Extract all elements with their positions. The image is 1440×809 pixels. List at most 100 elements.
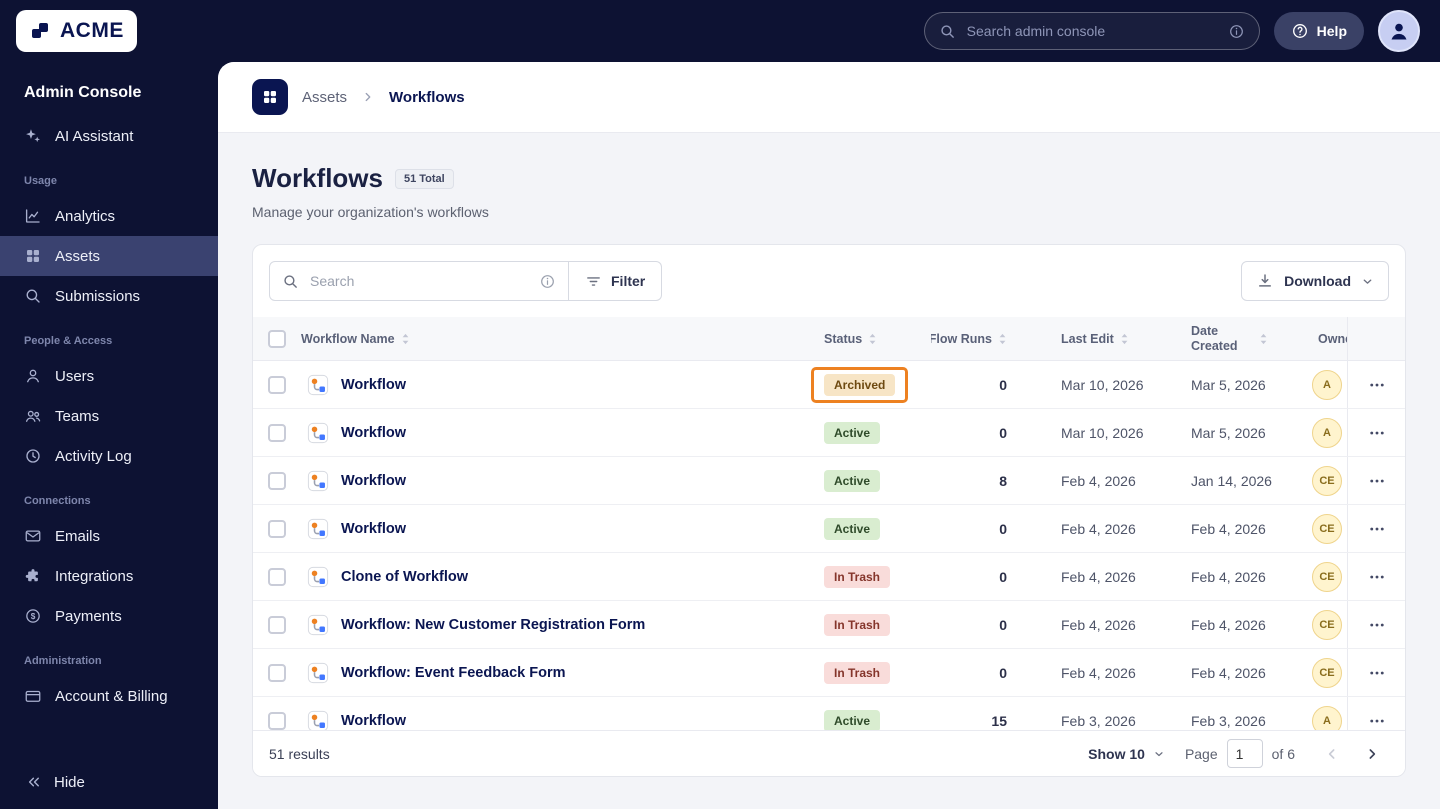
sidebar-hide-button[interactable]: Hide xyxy=(0,761,218,809)
row-checkbox[interactable] xyxy=(268,615,286,634)
row-checkbox[interactable] xyxy=(268,519,286,538)
row-checkbox[interactable] xyxy=(268,663,286,682)
column-status[interactable]: Status xyxy=(824,332,862,346)
column-owner[interactable]: Owner xyxy=(1318,332,1347,346)
breadcrumb-assets[interactable]: Assets xyxy=(302,89,347,106)
sidebar-item-users[interactable]: Users xyxy=(0,356,218,396)
filter-button[interactable]: Filter xyxy=(569,261,663,301)
status-badge: In Trash xyxy=(824,613,891,636)
teams-icon xyxy=(24,407,42,425)
last-edit-value: Feb 4, 2026 xyxy=(1061,520,1136,537)
row-checkbox[interactable] xyxy=(268,711,286,730)
table-row: Workflow Active 0 Mar 10, 2026 Mar 5, 20… xyxy=(253,409,1405,457)
workflow-name[interactable]: Workflow xyxy=(341,377,406,393)
status-badge-wrap: In Trash xyxy=(811,655,903,691)
column-date-created[interactable]: Date Created xyxy=(1191,324,1253,353)
row-more-button[interactable] xyxy=(1360,704,1394,731)
owner-avatar: CE xyxy=(1312,609,1342,640)
workflow-name[interactable]: Workflow: Event Feedback Form xyxy=(341,665,566,681)
sidebar-item-assets[interactable]: Assets xyxy=(0,236,218,276)
flow-runs-value: 0 xyxy=(999,424,1007,441)
row-checkbox[interactable] xyxy=(268,471,286,490)
workflow-name[interactable]: Clone of Workflow xyxy=(341,569,468,585)
sort-icon[interactable] xyxy=(868,332,877,346)
table-row: Clone of Workflow In Trash 0 Feb 4, 2026… xyxy=(253,553,1405,601)
owner-avatar: CE xyxy=(1312,657,1342,688)
sidebar-item-activity-log[interactable]: Activity Log xyxy=(0,436,218,476)
admin-search-input[interactable] xyxy=(964,22,1219,40)
admin-search[interactable] xyxy=(923,12,1260,50)
acme-logo[interactable]: ACME xyxy=(16,10,137,52)
row-checkbox[interactable] xyxy=(268,423,286,442)
puzzle-icon xyxy=(24,567,42,585)
row-more-button[interactable] xyxy=(1360,656,1394,690)
sort-icon[interactable] xyxy=(1120,332,1129,346)
status-badge: Active xyxy=(824,421,881,444)
sidebar-item-account-billing[interactable]: Account & Billing xyxy=(0,676,218,716)
row-checkbox[interactable] xyxy=(268,375,286,394)
table-row: Workflow Archived 0 Mar 10, 2026 Mar 5, … xyxy=(253,361,1405,409)
sidebar-item-label: Activity Log xyxy=(55,447,132,465)
row-more-button[interactable] xyxy=(1360,560,1394,594)
chevron-right-icon xyxy=(361,90,375,104)
workflow-name[interactable]: Workflow xyxy=(341,473,406,489)
table-search-input[interactable] xyxy=(308,272,530,290)
workflow-name[interactable]: Workflow xyxy=(341,425,406,441)
results-count: 51 results xyxy=(269,745,330,762)
info-icon xyxy=(539,273,556,290)
sidebar-item-emails[interactable]: Emails xyxy=(0,516,218,556)
analytics-icon xyxy=(24,207,42,225)
row-more-button[interactable] xyxy=(1360,608,1394,642)
previous-page-button[interactable] xyxy=(1315,737,1349,771)
page-size-select[interactable]: Show 10 xyxy=(1088,746,1165,762)
row-more-button[interactable] xyxy=(1360,416,1394,450)
svg-text:$: $ xyxy=(31,612,36,621)
last-edit-value: Feb 4, 2026 xyxy=(1061,664,1136,681)
status-badge: Active xyxy=(824,709,881,730)
sidebar-item-label: Teams xyxy=(55,407,100,425)
sidebar-item-teams[interactable]: Teams xyxy=(0,396,218,436)
sidebar-item-ai-assistant[interactable]: AI Assistant xyxy=(0,116,218,156)
column-flow-runs[interactable]: Flow Runs xyxy=(931,332,992,346)
sort-icon[interactable] xyxy=(1259,332,1268,346)
table-search[interactable] xyxy=(269,261,569,301)
sidebar-item-label: Submissions xyxy=(55,287,141,305)
row-more-button[interactable] xyxy=(1360,512,1394,546)
sidebar-item-payments[interactable]: $ Payments xyxy=(0,596,218,636)
page-number-input[interactable] xyxy=(1226,739,1263,768)
row-checkbox[interactable] xyxy=(268,567,286,586)
download-label: Download xyxy=(1284,273,1351,289)
last-edit-value: Feb 3, 2026 xyxy=(1061,712,1136,729)
status-badge-wrap: Active xyxy=(811,463,893,499)
assets-grid-icon xyxy=(24,247,42,265)
workflow-icon xyxy=(307,422,329,444)
sidebar-item-submissions[interactable]: Submissions xyxy=(0,276,218,316)
row-more-button[interactable] xyxy=(1360,368,1394,402)
download-button[interactable]: Download xyxy=(1241,261,1389,301)
next-page-button[interactable] xyxy=(1355,737,1389,771)
page-subtitle: Manage your organization's workflows xyxy=(252,204,489,220)
page-of-label: of 6 xyxy=(1271,745,1295,762)
table-header: Workflow Name Status Flow Runs Last Edit… xyxy=(253,317,1405,361)
page-header: Workflows 51 Total Manage your organizat… xyxy=(218,133,1440,220)
main-panel: Assets Workflows Workflows 51 Total Mana… xyxy=(218,62,1440,809)
workflow-name[interactable]: Workflow xyxy=(341,521,406,537)
column-workflow-name[interactable]: Workflow Name xyxy=(301,332,395,346)
help-button[interactable]: Help xyxy=(1273,12,1364,50)
workflow-name[interactable]: Workflow: New Customer Registration Form xyxy=(341,617,645,633)
sidebar-item-label: Integrations xyxy=(55,567,134,585)
sort-icon[interactable] xyxy=(401,332,410,346)
sort-icon[interactable] xyxy=(998,332,1007,346)
sidebar-item-analytics[interactable]: Analytics xyxy=(0,196,218,236)
column-last-edit[interactable]: Last Edit xyxy=(1061,332,1114,346)
sidebar-item-integrations[interactable]: Integrations xyxy=(0,556,218,596)
table-body: Workflow Archived 0 Mar 10, 2026 Mar 5, … xyxy=(253,361,1405,730)
table-row: Workflow: New Customer Registration Form… xyxy=(253,601,1405,649)
select-all-checkbox[interactable] xyxy=(268,329,286,348)
row-more-button[interactable] xyxy=(1360,464,1394,498)
page-title: Workflows xyxy=(252,163,383,193)
workflows-table: Workflow Name Status Flow Runs Last Edit… xyxy=(253,317,1405,730)
user-avatar[interactable] xyxy=(1378,10,1420,52)
owner-avatar: CE xyxy=(1312,561,1342,592)
workflow-name[interactable]: Workflow xyxy=(341,713,406,729)
